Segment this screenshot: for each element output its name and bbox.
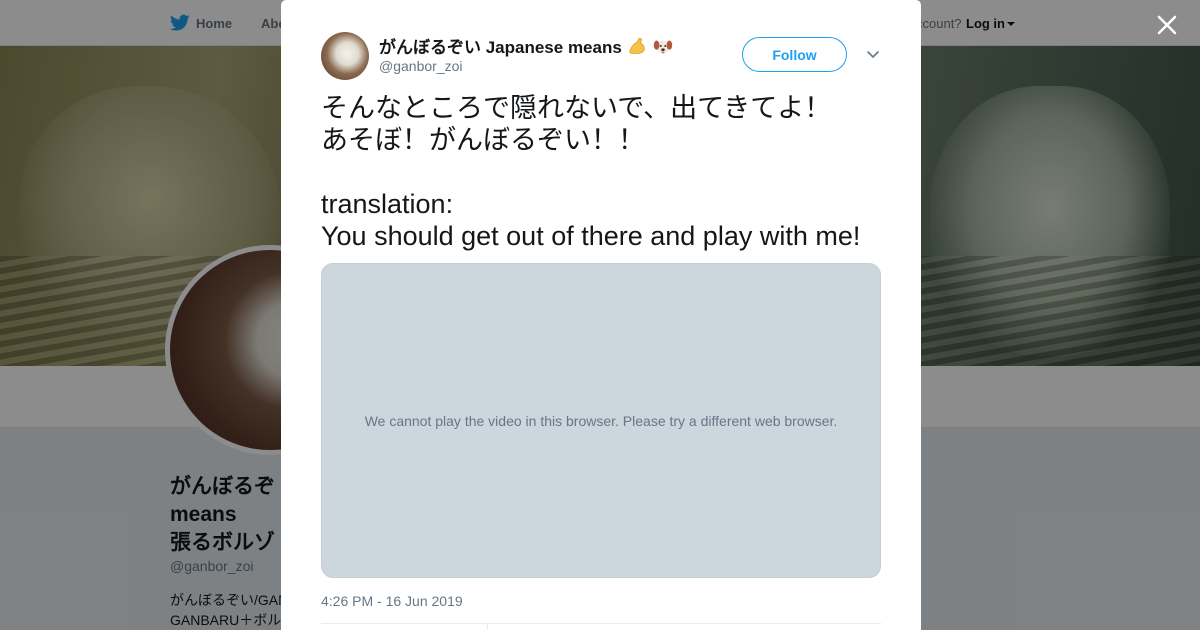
video-player[interactable]: We cannot play the video in this browser… <box>321 263 881 578</box>
stats-divider <box>321 623 881 624</box>
tweet-text: そんなところで隠れないで、出てきてよ！ あそぼ！がんぼるぞい！！ transla… <box>321 92 881 252</box>
author-handle[interactable]: @ganbor_zoi <box>379 58 463 74</box>
close-icon[interactable] <box>1152 10 1182 40</box>
author-name-row[interactable]: がんぼるぞい Japanese means <box>379 33 674 58</box>
author-avatar[interactable] <box>321 32 369 80</box>
flexed-biceps-icon <box>629 37 645 54</box>
dog-face-icon <box>653 40 672 54</box>
chevron-down-icon[interactable] <box>865 46 881 62</box>
author-name: がんぼるぞい Japanese means <box>379 38 622 57</box>
tweet-text-japanese: そんなところで隠れないで、出てきてよ！ あそぼ！がんぼるぞい！！ <box>321 93 832 155</box>
tweet-timestamp[interactable]: 4:26 PM - 16 Jun 2019 <box>321 593 463 609</box>
tweet-text-translation: translation: You should get out of there… <box>321 189 861 251</box>
follow-button[interactable]: Follow <box>742 37 847 72</box>
video-error-message: We cannot play the video in this browser… <box>364 412 838 429</box>
stats-separator <box>487 624 488 630</box>
tweet-permalink-modal: がんぼるぞい Japanese means @ganbor_zoi Follow… <box>281 0 921 630</box>
